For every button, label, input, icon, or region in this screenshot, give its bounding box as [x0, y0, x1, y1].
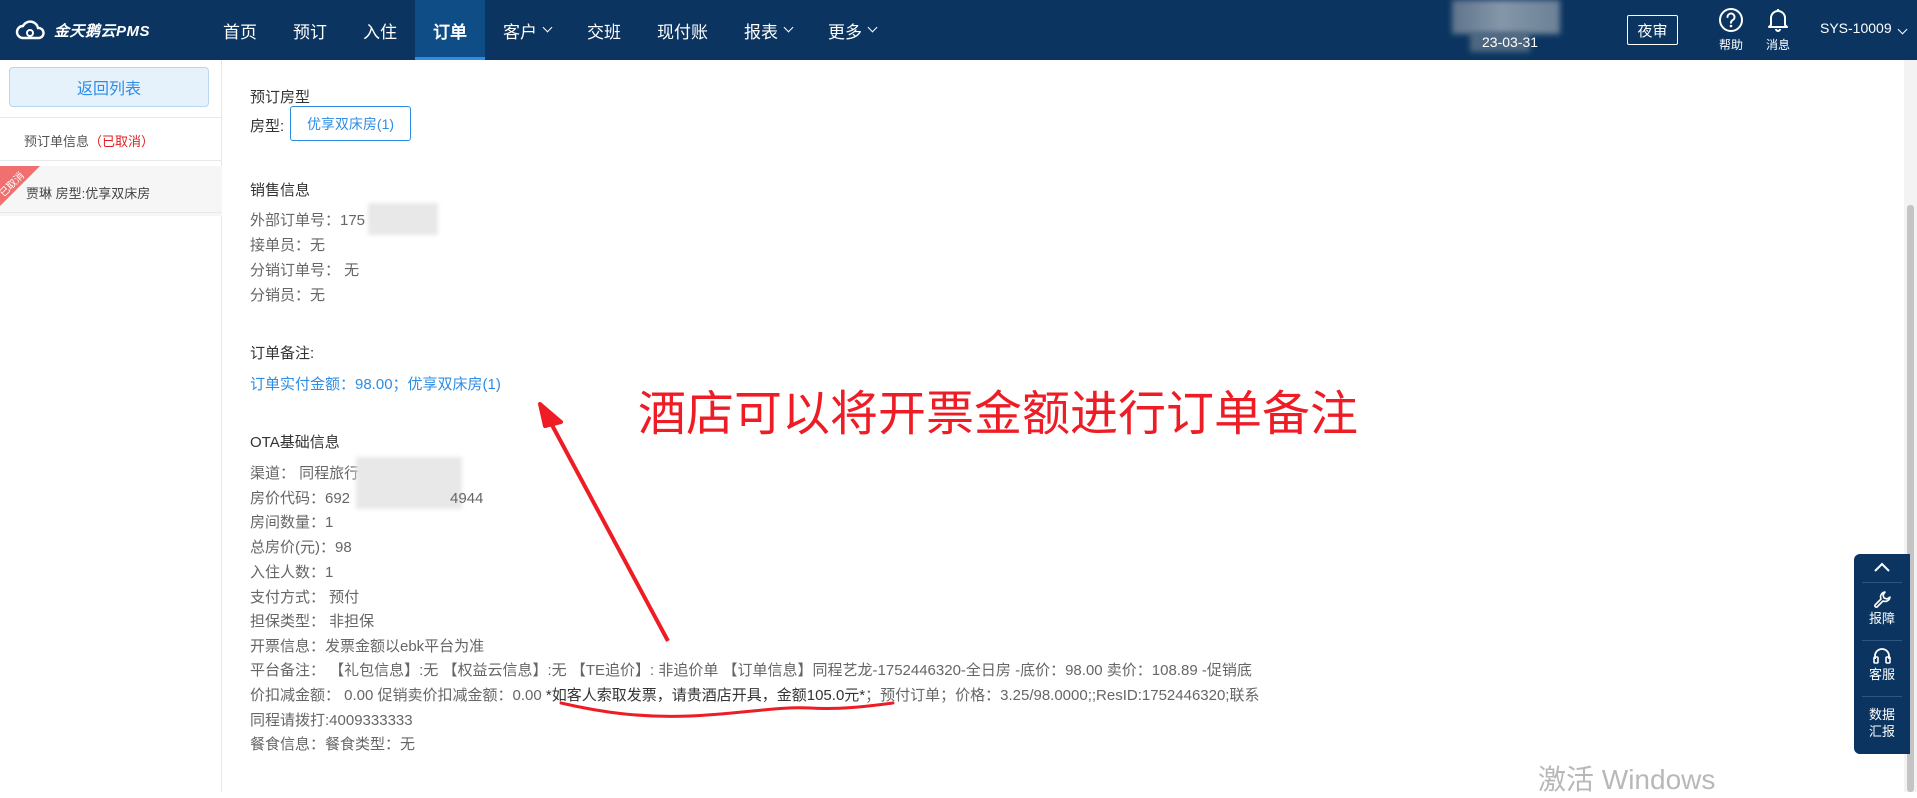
remark-text: ；预付订单；价格：3.25/98.0000;;ResID:1752446320;…: [865, 687, 1260, 704]
order-info-label: 预订单信息: [24, 134, 90, 149]
data-report-button[interactable]: 数据 汇报: [1854, 706, 1910, 740]
nav-customers[interactable]: 客户: [485, 0, 569, 60]
chevron-down-icon: [1897, 24, 1908, 35]
help-icon: [1719, 8, 1743, 32]
order-receiver: 接单员：无: [250, 237, 326, 254]
chevron-down-icon: [867, 22, 878, 33]
report-issue-button[interactable]: 报障: [1854, 590, 1910, 627]
nav-orders[interactable]: 订单: [415, 0, 485, 60]
ota-guarantee: 担保类型： 非担保: [250, 613, 375, 630]
sidebar: 返回列表 预订单信息（已取消） 已取消 贾琳 房型:优享双床房: [0, 60, 222, 792]
annotation-arrow: [543, 411, 670, 642]
order-remark-title: 订单备注:: [250, 345, 315, 362]
ota-rate-code: 房价代码：692 4944: [250, 487, 483, 508]
help-button[interactable]: 帮助: [1711, 6, 1751, 54]
chevron-up-icon: [1874, 562, 1890, 572]
booking-room-title: 预订房型: [250, 89, 311, 106]
bell-icon: [1768, 9, 1788, 32]
nav-label: 更多: [828, 22, 862, 42]
divider: [0, 117, 222, 118]
annotation-arrowhead: [538, 402, 563, 428]
data-report-label-2: 汇报: [1868, 724, 1895, 739]
ota-payment: 支付方式： 预付: [250, 589, 360, 606]
wrench-icon: [1874, 591, 1891, 608]
ota-room-count: 房间数量：1: [250, 514, 334, 531]
divider: [1862, 640, 1902, 641]
chevron-down-icon: [542, 22, 553, 33]
nav-cash-account[interactable]: 现付账: [639, 0, 726, 60]
data-report-label-1: 数据: [1868, 707, 1895, 722]
nav-booking[interactable]: 预订: [275, 0, 345, 60]
nav-checkin[interactable]: 入住: [345, 0, 415, 60]
platform-remark: 平台备注： 【礼包信息】:无 【权益云信息】:无 【TE追价】: 非追价单 【订…: [250, 658, 1330, 733]
headset-icon: [1873, 648, 1891, 664]
ota-info-title: OTA基础信息: [250, 434, 340, 451]
order-remark-content: 订单实付金额：98.00；优享双床房(1): [250, 376, 501, 393]
external-order-number: 外部订单号：175: [250, 212, 366, 229]
nav-label: 现付账: [657, 22, 708, 42]
ota-invoice: 开票信息：发票金额以ebk平台为准: [250, 638, 485, 655]
blurred-hotel-name: [1452, 0, 1560, 34]
room-type-label: 房型:: [250, 118, 285, 135]
distribution-order-number: 分销订单号： 无: [250, 262, 360, 279]
ota-meal-info: 餐食信息：餐食类型：无: [250, 736, 416, 753]
room-type-tag[interactable]: 优享双床房(1): [290, 106, 411, 141]
messages-button[interactable]: 消息: [1758, 6, 1798, 54]
top-nav-bar: 金天鹅云PMS 首页 预订 入住 订单 客户 交班 现付账 报表 更多 23-0…: [0, 0, 1917, 60]
invoice-remark-highlight: *如客人索取发票，请贵酒店开具，金额105.0元*: [545, 687, 866, 704]
user-name: SYS-10009: [1820, 20, 1892, 36]
divider: [0, 212, 222, 213]
nav-label: 入住: [363, 22, 397, 42]
chevron-down-icon: [783, 22, 794, 33]
ribbon-label: 已取消: [0, 170, 27, 200]
nav-label: 订单: [433, 22, 467, 42]
report-issue-label: 报障: [1868, 611, 1895, 626]
annotation-text: 酒店可以将开票金额进行订单备注: [638, 388, 1359, 441]
divider: [1862, 582, 1902, 583]
night-audit-button[interactable]: 夜审: [1627, 15, 1678, 45]
redacted-patch: [368, 203, 438, 235]
platform-remark-line-3: 同程请拨打:4009333333: [250, 712, 413, 729]
nav-label: 客户: [503, 22, 537, 42]
help-label: 帮助: [1718, 38, 1743, 52]
user-menu[interactable]: SYS-10009: [1820, 20, 1908, 36]
rate-code-prefix: 房价代码：692: [250, 490, 351, 507]
scroll-top-button[interactable]: [1854, 560, 1910, 574]
nav-reports[interactable]: 报表: [726, 0, 810, 60]
logo[interactable]: 金天鹅云PMS: [14, 18, 150, 42]
platform-remark-line-2: 价扣减金额： 0.00 促销卖价扣减金额：0.00 *如客人索取发票，请贵酒店开…: [250, 683, 1330, 708]
rate-code-suffix: 4944: [450, 490, 484, 507]
sidebar-item-order-info[interactable]: 预订单信息（已取消）: [24, 131, 154, 150]
nav-label: 预订: [293, 22, 327, 42]
room-item-label: 贾琳 房型:优享双床房: [26, 186, 151, 201]
ota-guests: 入住人数：1: [250, 564, 334, 581]
cloud-logo-icon: [15, 20, 45, 40]
distributor: 分销员：无: [250, 287, 326, 304]
sales-info-title: 销售信息: [250, 182, 311, 199]
main-nav: 首页 预订 入住 订单 客户 交班 现付账 报表 更多: [205, 0, 894, 60]
divider: [0, 160, 222, 161]
nav-home[interactable]: 首页: [205, 0, 275, 60]
order-status-badge: （已取消）: [89, 134, 155, 149]
nav-label: 交班: [587, 22, 621, 42]
nav-label: 首页: [223, 22, 257, 42]
windows-activation-watermark: 激活 Windows: [1538, 764, 1716, 795]
nav-more[interactable]: 更多: [810, 0, 894, 60]
logo-text: 金天鹅云PMS: [54, 22, 151, 40]
customer-service-button[interactable]: 客服: [1854, 646, 1910, 683]
business-date: 23-03-31: [1482, 34, 1539, 50]
back-to-list-button[interactable]: 返回列表: [9, 67, 209, 107]
customer-service-label: 客服: [1868, 667, 1895, 682]
nav-shift[interactable]: 交班: [569, 0, 639, 60]
divider: [1862, 696, 1902, 697]
floating-tools-panel: 报障 客服 数据 汇报: [1854, 554, 1910, 754]
messages-label: 消息: [1765, 38, 1790, 52]
platform-remark-line-1: 平台备注： 【礼包信息】:无 【权益云信息】:无 【TE追价】: 非追价单 【订…: [250, 662, 1252, 679]
remark-text: 价扣减金额： 0.00 促销卖价扣减金额：0.00: [250, 687, 546, 704]
ota-total-price: 总房价(元)：98: [250, 539, 352, 556]
nav-label: 报表: [744, 22, 778, 42]
ota-channel: 渠道： 同程旅行: [250, 465, 360, 482]
sidebar-item-room[interactable]: 已取消 贾琳 房型:优享双床房: [0, 166, 222, 216]
